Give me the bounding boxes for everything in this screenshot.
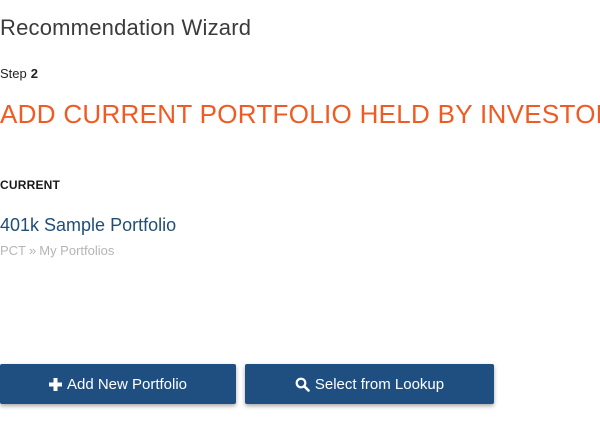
current-portfolio-link[interactable]: 401k Sample Portfolio — [0, 215, 176, 236]
select-from-lookup-label: Select from Lookup — [314, 375, 445, 393]
search-icon — [295, 377, 310, 392]
breadcrumb-separator: » — [29, 243, 37, 258]
portfolio-breadcrumb: PCT» My Portfolios — [0, 243, 114, 258]
step-number: 2 — [30, 66, 38, 81]
add-new-portfolio-button[interactable]: Add New Portfolio — [0, 364, 236, 404]
wizard-title: Recommendation Wizard — [0, 15, 252, 40]
step-heading: ADD CURRENT PORTFOLIO HELD BY INVESTOR — [0, 99, 600, 129]
breadcrumb-item-pct: PCT — [0, 243, 26, 258]
step-indicator: Step 2 — [0, 66, 38, 81]
current-section-label: CURRENT — [0, 178, 61, 192]
select-from-lookup-button[interactable]: Select from Lookup — [245, 364, 494, 404]
recommendation-wizard-page: Recommendation Wizard Step 2 ADD CURRENT … — [0, 0, 600, 431]
step-label: Step — [0, 66, 27, 81]
add-new-portfolio-label: Add New Portfolio — [66, 375, 188, 393]
plus-icon — [48, 377, 62, 391]
breadcrumb-item-my-portfolios: My Portfolios — [39, 243, 115, 258]
